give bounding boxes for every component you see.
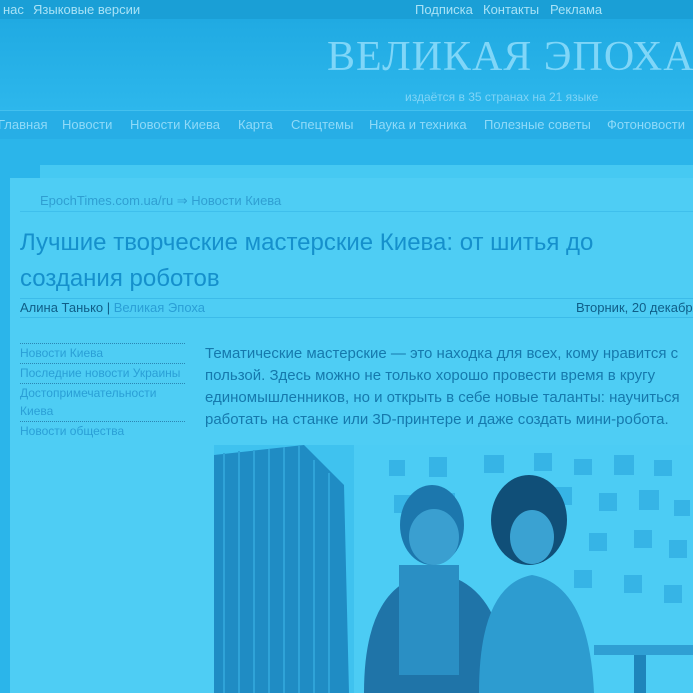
sidebar-item-kyiv-news[interactable]: Новости Киева bbox=[20, 343, 185, 363]
nav-item-tips[interactable]: Полезные советы bbox=[484, 117, 591, 132]
sidebar-item-latest-ukraine[interactable]: Последние новости Украины bbox=[20, 363, 185, 383]
main-nav: Главная Новости Новости Киева Карта Спец… bbox=[0, 110, 693, 139]
site-logo[interactable]: ВЕЛИКАЯ ЭПОХА bbox=[327, 33, 693, 81]
related-sidebar: Новости Киева Последние новости Украины … bbox=[20, 343, 185, 441]
subscribe-link[interactable]: Подписка bbox=[415, 2, 473, 17]
nav-item-science[interactable]: Наука и техника bbox=[369, 117, 467, 132]
top-utility-bar: нас Языковые версии Подписка Контакты Ре… bbox=[0, 0, 693, 19]
byline-separator: | bbox=[103, 300, 114, 315]
article-photo bbox=[214, 445, 693, 693]
byline: Алина Танько | Великая Эпоха bbox=[20, 300, 205, 315]
sidebar-item-society[interactable]: Новости общества bbox=[20, 421, 185, 441]
source-link[interactable]: Великая Эпоха bbox=[114, 300, 205, 315]
site-header: ВЕЛИКАЯ ЭПОХА издаётся в 35 странах на 2… bbox=[0, 19, 693, 110]
nav-item-kyiv-news[interactable]: Новости Киева bbox=[130, 117, 220, 132]
workshop-photo-illustration bbox=[214, 445, 693, 693]
nav-item-map[interactable]: Карта bbox=[238, 117, 273, 132]
divider bbox=[20, 298, 693, 299]
divider bbox=[20, 317, 693, 318]
sidebar-item-kyiv-sights[interactable]: Достопримечательности Киева bbox=[20, 383, 185, 421]
article-lead: Тематические мастерские — это находка дл… bbox=[205, 345, 680, 428]
divider bbox=[20, 211, 693, 212]
nav-item-home[interactable]: Главная bbox=[0, 117, 47, 132]
article-title: Лучшие творческие мастерские Киева: от ш… bbox=[20, 229, 594, 292]
breadcrumb[interactable]: EpochTimes.com.ua/ru ⇒ Новости Киева bbox=[40, 193, 281, 209]
author-name: Алина Танько bbox=[20, 300, 104, 315]
ads-link[interactable]: Реклама bbox=[550, 2, 602, 17]
article-date: Вторник, 20 декабря bbox=[576, 300, 693, 315]
nav-item-special-topics[interactable]: Спецтемы bbox=[291, 117, 353, 132]
site-tagline: издаётся в 35 странах на 21 языке bbox=[405, 90, 599, 104]
contacts-link[interactable]: Контакты bbox=[483, 2, 539, 17]
about-link[interactable]: нас bbox=[3, 2, 24, 17]
language-versions-link[interactable]: Языковые версии bbox=[33, 2, 140, 17]
nav-item-photo-news[interactable]: Фотоновости bbox=[607, 117, 685, 132]
nav-item-news[interactable]: Новости bbox=[62, 117, 112, 132]
